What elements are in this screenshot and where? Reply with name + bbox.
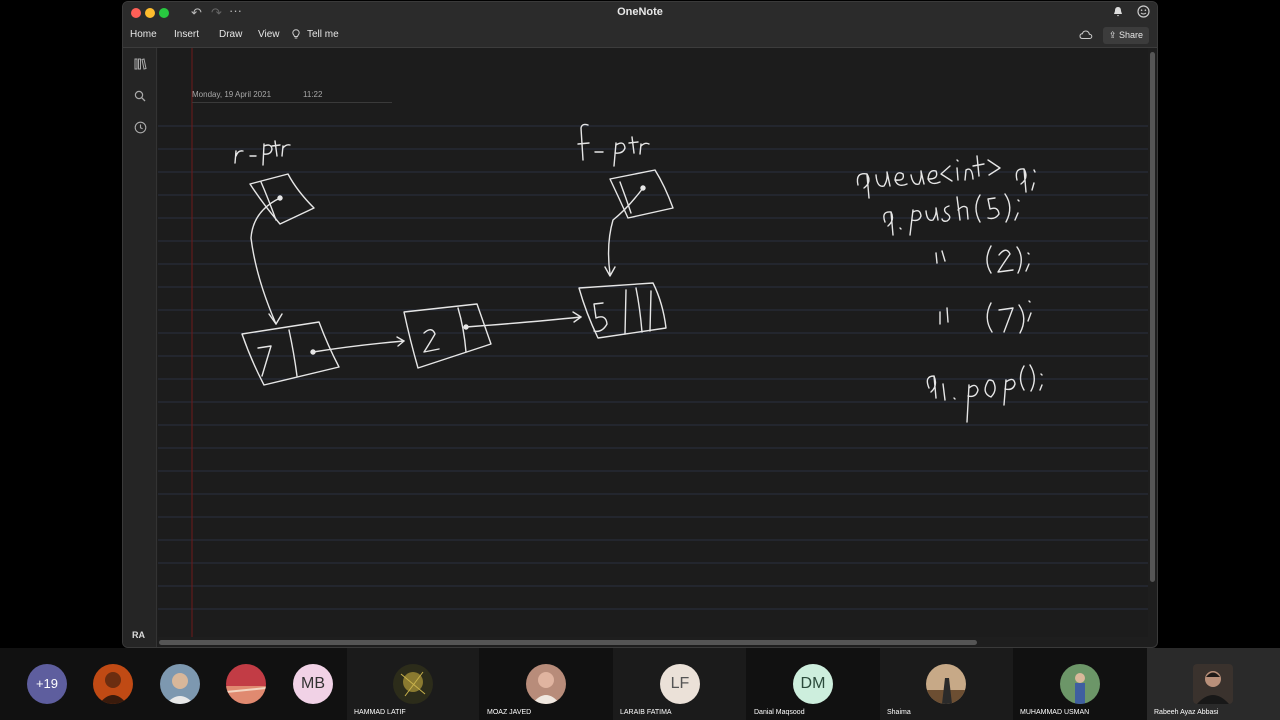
clock-icon[interactable] [132,121,148,137]
navigation-sidebar: RA [123,48,157,647]
participant-avatar [93,664,133,704]
ribbon: Home Insert Draw View Tell me ⇪ Share [123,24,1157,48]
smiley-icon[interactable] [1137,5,1150,22]
participant-name: Danial Maqsood [754,709,805,716]
participant-initials-avatar: DM [793,664,833,704]
bell-icon[interactable] [1113,6,1123,22]
participant-tile[interactable]: LF LARAIB FATIMA [613,648,746,720]
participant-name: MOAZ JAVED [487,709,532,716]
page-time: 11:22 [303,90,323,99]
participant-tile[interactable]: HAMMAD LATIF [347,648,479,720]
share-label: Share [1118,30,1143,40]
note-page-canvas[interactable]: Monday, 19 April 2021 11:22 [158,48,1148,637]
tab-draw[interactable]: Draw [219,29,242,40]
page-date: Monday, 19 April 2021 [192,90,272,99]
ink-drawing [234,123,1043,423]
participant-name: HAMMAD LATIF [354,709,406,716]
participant-initials-avatar: LF [660,664,700,704]
tab-view[interactable]: View [258,29,280,40]
more-participants-badge[interactable]: +19 [27,664,67,704]
notebooks-icon[interactable] [132,58,148,73]
user-avatar[interactable]: RA [132,630,145,640]
tell-me-search[interactable]: Tell me [307,29,339,40]
screen: ↶ ↷ ··· OneNote Home Insert Draw View Te… [0,0,1280,720]
lightbulb-icon [292,29,300,43]
participant-name: MUHAMMAD USMAN [1020,709,1090,716]
share-icon: ⇪ [1108,30,1117,40]
sync-cloud-icon[interactable] [1079,30,1093,43]
vertical-scrollbar[interactable] [1150,52,1155,582]
participant-video [1193,664,1233,704]
meeting-participants-bar: +19 MB HAMMAD LATIF MOAZ JAVED LF LARAIB… [0,648,1280,720]
title-underline [192,102,392,103]
participant-tile[interactable]: Shaima [880,648,1013,720]
title-bar: ↶ ↷ ··· OneNote [123,2,1157,24]
participant-tile-active[interactable]: Rabeeh Ayaz Abbasi [1147,648,1280,720]
participant-tile[interactable]: MOAZ JAVED [480,648,613,720]
participant-name: LARAIB FATIMA [620,709,672,716]
participant-avatar [393,664,433,704]
share-button[interactable]: ⇪ Share [1102,27,1149,44]
participant-avatar [526,664,566,704]
participant-avatar [926,664,966,704]
participant-avatar [1060,664,1100,704]
ruled-lines [158,48,1148,637]
window-title: OneNote [617,6,663,18]
participant-name: Shaima [887,709,911,716]
tab-home[interactable]: Home [130,29,157,40]
participant-avatar [226,664,266,704]
tab-insert[interactable]: Insert [174,29,199,40]
search-icon[interactable] [132,90,148,105]
onenote-window: ↶ ↷ ··· OneNote Home Insert Draw View Te… [122,1,1158,648]
participant-name: Rabeeh Ayaz Abbasi [1154,709,1219,716]
participant-avatar [160,664,200,704]
participant-tile[interactable]: DM Danial Maqsood [747,648,880,720]
horizontal-scrollbar[interactable] [159,640,977,645]
participant-tile[interactable]: MUHAMMAD USMAN [1013,648,1146,720]
participant-initials-avatar: MB [293,664,333,704]
